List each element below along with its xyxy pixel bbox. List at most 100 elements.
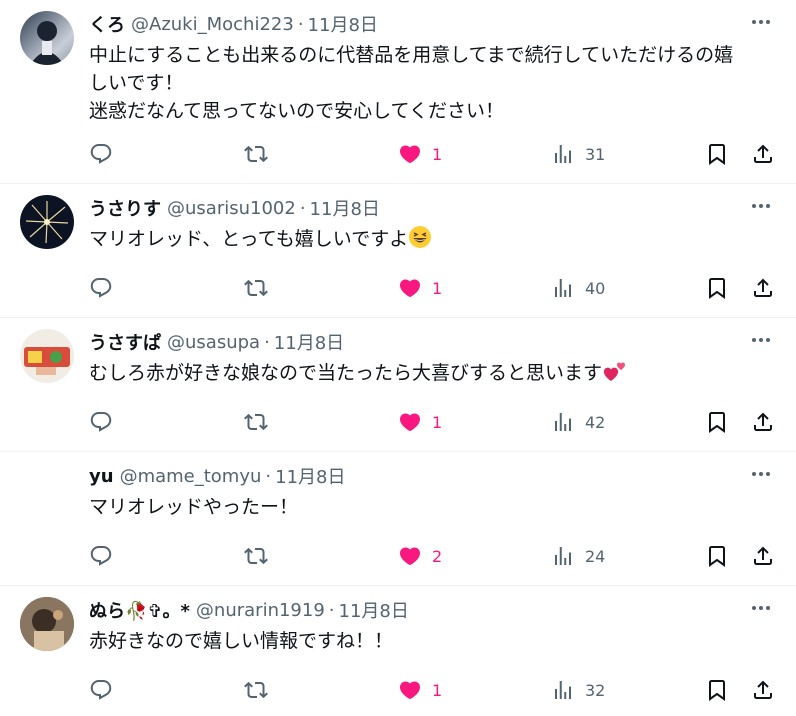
retweet-button[interactable] bbox=[244, 407, 268, 437]
like-button[interactable]: 1 bbox=[398, 407, 442, 437]
retweet-button[interactable] bbox=[244, 541, 268, 571]
reply-header: うさりす @usarisu1002 · 11月8日 bbox=[89, 195, 380, 221]
avatar[interactable] bbox=[20, 463, 74, 517]
reply-text: むしろ赤が好きな娘なので当たったら大喜びすると思います bbox=[89, 359, 779, 387]
bookmark-button[interactable] bbox=[705, 407, 729, 437]
heart-icon bbox=[398, 276, 422, 300]
reply-header: ぬら🥀✞。* @nurarin1919 · 11月8日 bbox=[89, 597, 409, 623]
reply-button[interactable] bbox=[89, 407, 113, 437]
user-handle[interactable]: @mame_tomyu bbox=[120, 466, 262, 487]
share-icon bbox=[751, 410, 775, 434]
reply-text: マリオレッドやったー！ bbox=[89, 493, 779, 521]
display-name[interactable]: ぬら🥀✞。* bbox=[89, 597, 190, 623]
separator-dot: · bbox=[264, 331, 270, 353]
share-button[interactable] bbox=[751, 675, 775, 705]
like-button[interactable]: 2 bbox=[398, 541, 442, 571]
reply-button[interactable] bbox=[89, 273, 113, 303]
more-icon[interactable] bbox=[748, 196, 774, 216]
bookmark-icon bbox=[705, 276, 729, 300]
share-button[interactable] bbox=[751, 407, 775, 437]
like-button[interactable]: 1 bbox=[398, 139, 442, 169]
views-count: 31 bbox=[585, 144, 606, 164]
timestamp[interactable]: 11月8日 bbox=[275, 463, 345, 489]
views-button[interactable]: 40 bbox=[551, 273, 605, 303]
reply-button[interactable] bbox=[89, 541, 113, 571]
share-icon bbox=[751, 142, 775, 166]
share-icon bbox=[751, 678, 775, 702]
views-icon bbox=[551, 544, 575, 568]
separator-dot: · bbox=[299, 197, 306, 219]
heart-icon bbox=[398, 544, 422, 568]
avatar[interactable] bbox=[20, 329, 74, 383]
views-icon bbox=[551, 142, 575, 166]
reply-text-line: しいです！ bbox=[89, 72, 184, 94]
reply-text-line: マリオレッド、とっても嬉しいですよ bbox=[89, 225, 779, 253]
bookmark-button[interactable] bbox=[705, 273, 729, 303]
views-icon bbox=[551, 410, 575, 434]
reply-item[interactable]: うさすぱ @usasupa · 11月8日 むしろ赤が好きな娘なので当たったら大… bbox=[0, 318, 796, 452]
views-count: 24 bbox=[585, 546, 606, 566]
user-handle[interactable]: @usasupa bbox=[167, 332, 260, 353]
views-button[interactable]: 42 bbox=[551, 407, 605, 437]
display-name[interactable]: うさりす bbox=[89, 195, 161, 221]
reply-text: マリオレッド、とっても嬉しいですよ bbox=[89, 225, 779, 253]
user-handle[interactable]: @nurarin1919 bbox=[196, 600, 325, 621]
user-handle[interactable]: @Azuki_Mochi223 bbox=[131, 14, 294, 35]
bookmark-icon bbox=[705, 410, 729, 434]
separator-dot: · bbox=[328, 599, 335, 621]
display-name[interactable]: くろ bbox=[89, 11, 125, 37]
reply-item[interactable]: yu @mame_tomyu · 11月8日 マリオレッドやったー！ 2 24 bbox=[0, 452, 796, 586]
separator-dot: · bbox=[297, 13, 304, 35]
views-button[interactable]: 32 bbox=[551, 675, 605, 705]
heart-icon bbox=[398, 678, 422, 702]
reply-text-line: 赤好きなので嬉しい情報ですね！！ bbox=[89, 630, 394, 652]
reply-header: yu @mame_tomyu · 11月8日 bbox=[89, 463, 346, 489]
like-count: 2 bbox=[432, 546, 443, 566]
display-name[interactable]: うさすぱ bbox=[89, 329, 161, 355]
reply-item[interactable]: ぬら🥀✞。* @nurarin1919 · 11月8日 赤好きなので嬉しい情報で… bbox=[0, 586, 796, 716]
bookmark-button[interactable] bbox=[705, 675, 729, 705]
bookmark-icon bbox=[705, 678, 729, 702]
timestamp[interactable]: 11月8日 bbox=[339, 597, 409, 623]
two-hearts-icon bbox=[603, 362, 626, 381]
reply-text-line: マリオレッドやったー！ bbox=[89, 496, 299, 518]
retweet-button[interactable] bbox=[244, 139, 268, 169]
more-icon[interactable] bbox=[748, 12, 774, 32]
views-count: 40 bbox=[585, 278, 606, 298]
reply-item[interactable]: くろ @Azuki_Mochi223 · 11月8日 中止にすることも出来るのに… bbox=[0, 0, 796, 184]
avatar[interactable] bbox=[20, 195, 74, 249]
share-button[interactable] bbox=[751, 139, 775, 169]
more-icon[interactable] bbox=[748, 330, 774, 350]
views-button[interactable]: 31 bbox=[551, 139, 605, 169]
share-button[interactable] bbox=[751, 541, 775, 571]
more-icon[interactable] bbox=[748, 598, 774, 618]
reply-icon bbox=[89, 544, 113, 568]
reply-icon bbox=[89, 678, 113, 702]
share-button[interactable] bbox=[751, 273, 775, 303]
action-bar: 2 24 bbox=[89, 541, 779, 571]
timestamp[interactable]: 11月8日 bbox=[310, 195, 380, 221]
bookmark-button[interactable] bbox=[705, 139, 729, 169]
reply-header: くろ @Azuki_Mochi223 · 11月8日 bbox=[89, 11, 378, 37]
views-button[interactable]: 24 bbox=[551, 541, 605, 571]
avatar[interactable] bbox=[20, 597, 74, 651]
reply-button[interactable] bbox=[89, 675, 113, 705]
user-handle[interactable]: @usarisu1002 bbox=[167, 198, 296, 219]
separator-dot: · bbox=[265, 465, 272, 487]
timestamp[interactable]: 11月8日 bbox=[274, 329, 344, 355]
reply-item[interactable]: うさりす @usarisu1002 · 11月8日 マリオレッド、とっても嬉しい… bbox=[0, 184, 796, 318]
action-bar: 1 31 bbox=[89, 139, 779, 169]
retweet-button[interactable] bbox=[244, 273, 268, 303]
reply-text-content: むしろ赤が好きな娘なので当たったら大喜びすると思います bbox=[89, 362, 603, 384]
retweet-button[interactable] bbox=[244, 675, 268, 705]
avatar[interactable] bbox=[20, 11, 74, 65]
like-button[interactable]: 1 bbox=[398, 273, 442, 303]
timestamp[interactable]: 11月8日 bbox=[308, 11, 378, 37]
retweet-icon bbox=[244, 678, 268, 702]
reply-text: 中止にすることも出来るのに代替品を用意してまで続行していただけるの嬉 しいです！… bbox=[89, 41, 779, 125]
display-name[interactable]: yu bbox=[89, 466, 114, 487]
bookmark-button[interactable] bbox=[705, 541, 729, 571]
reply-button[interactable] bbox=[89, 139, 113, 169]
more-icon[interactable] bbox=[748, 464, 774, 484]
like-button[interactable]: 1 bbox=[398, 675, 442, 705]
